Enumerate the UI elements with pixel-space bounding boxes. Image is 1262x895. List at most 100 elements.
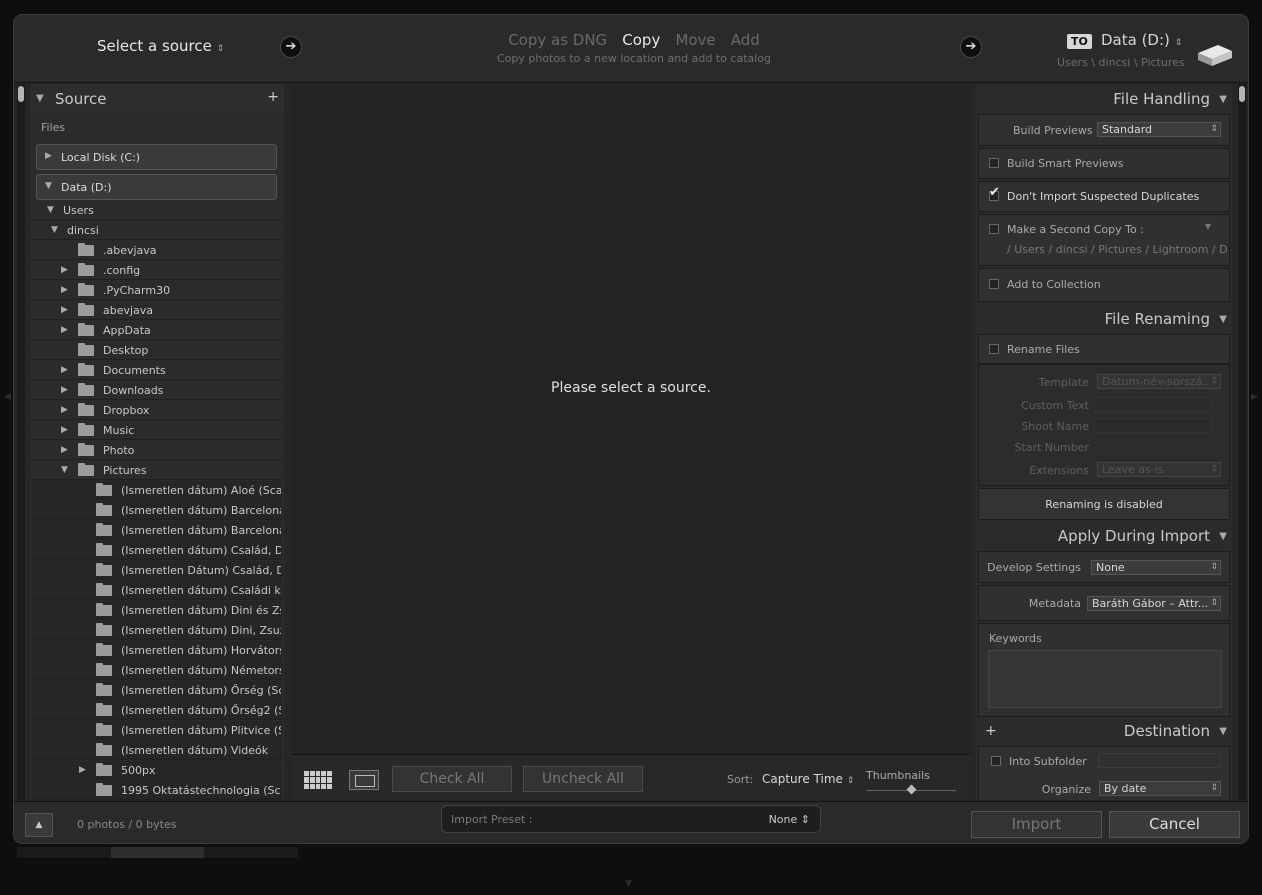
collapse-triangle-icon[interactable]: ▼: [45, 181, 52, 191]
dropdown-triangle-icon[interactable]: ▼: [1205, 222, 1211, 231]
collapse-up-icon[interactable]: ▲: [25, 813, 53, 837]
file-renaming-header[interactable]: File Renaming ▼: [976, 305, 1232, 333]
source-selector[interactable]: Select a source ⇕: [97, 37, 224, 55]
file-handling-header[interactable]: File Handling ▼: [976, 85, 1232, 113]
collapse-triangle-icon[interactable]: ▼: [1219, 94, 1227, 105]
expand-triangle-icon[interactable]: ▶: [61, 445, 68, 455]
expand-triangle-icon[interactable]: ▶: [79, 765, 86, 775]
expand-triangle-icon[interactable]: ▶: [61, 385, 68, 395]
subfolder-row[interactable]: (Ismeretlen dátum) Őrség2 (Sca...: [31, 701, 282, 720]
folder-row[interactable]: ▶ Music: [31, 421, 282, 440]
folder-row[interactable]: ▼ Pictures: [31, 461, 282, 480]
folder-dincsi[interactable]: ▼ dincsi: [31, 221, 282, 240]
cancel-button[interactable]: Cancel: [1109, 811, 1240, 838]
destination-selector[interactable]: Data (D:) ⇕: [1101, 31, 1182, 49]
folder-row[interactable]: ▶ abevjava: [31, 301, 282, 320]
subfolder-row[interactable]: 1995 Oktatástechnologia (Scan): [31, 781, 282, 800]
collapse-triangle-icon[interactable]: ▼: [1219, 531, 1227, 542]
folder-row[interactable]: ▶ Photo: [31, 441, 282, 460]
loupe-view-icon[interactable]: [349, 770, 379, 790]
expand-triangle-icon[interactable]: ▶: [61, 265, 68, 275]
rename-files-checkbox[interactable]: [989, 344, 999, 354]
source-arrow-icon[interactable]: ➔: [280, 36, 302, 58]
folder-row[interactable]: ▶ .PyCharm30: [31, 281, 282, 300]
expand-triangle-icon[interactable]: ▶: [61, 325, 68, 335]
subfolder-row[interactable]: (Ismeretlen dátum) Őrség (Scan): [31, 681, 282, 700]
folder-row[interactable]: .abevjava: [31, 241, 282, 260]
expand-triangle-icon[interactable]: ▶: [61, 425, 68, 435]
expand-triangle-icon[interactable]: ▶: [61, 365, 68, 375]
import-preset-select[interactable]: Import Preset : None ⇕: [441, 805, 821, 833]
mode-move[interactable]: Move: [675, 31, 715, 49]
subfolder-row[interactable]: (Ismeretlen dátum) Dini és Zsu...: [31, 601, 282, 620]
folder-row[interactable]: ▶ AppData: [31, 321, 282, 340]
subfolder-name-input[interactable]: [1098, 753, 1221, 768]
grid-view-icon[interactable]: [304, 771, 332, 789]
subfolder-row[interactable]: (Ismeretlen Dátum) Család, Din...: [31, 561, 282, 580]
right-panel-arrow-icon[interactable]: ▶: [1251, 392, 1258, 402]
scroll-thumb[interactable]: [18, 86, 24, 102]
collapse-triangle-icon[interactable]: ▼: [47, 205, 54, 215]
destination-arrow-icon[interactable]: ➔: [960, 36, 982, 58]
collapse-triangle-icon[interactable]: ▼: [1219, 726, 1227, 737]
add-folder-icon[interactable]: +: [985, 723, 997, 739]
build-previews-select[interactable]: Standard: [1097, 122, 1221, 137]
import-button[interactable]: Import: [971, 811, 1102, 838]
metadata-select[interactable]: Baráth Gábor – Attr...: [1087, 596, 1221, 611]
subfolder-row[interactable]: (Ismeretlen dátum) Családi kép...: [31, 581, 282, 600]
extensions-select[interactable]: Leave as-is: [1097, 462, 1221, 477]
check-all-button[interactable]: Check All: [392, 766, 512, 792]
collapse-triangle-icon[interactable]: ▼: [1219, 314, 1227, 325]
sort-select[interactable]: Capture Time ⇕: [762, 772, 854, 786]
apply-during-import-header[interactable]: Apply During Import ▼: [976, 522, 1232, 550]
folder-row[interactable]: Desktop: [31, 341, 282, 360]
scroll-thumb[interactable]: [1239, 86, 1245, 102]
folder-row[interactable]: ▶ Downloads: [31, 381, 282, 400]
disk-data-d[interactable]: ▼ Data (D:): [36, 174, 277, 200]
collapse-triangle-icon[interactable]: ▼: [61, 465, 68, 475]
subfolder-row[interactable]: (Ismeretlen dátum) Plitvice (Sc...: [31, 721, 282, 740]
source-panel-header[interactable]: ▼ Source +: [30, 84, 284, 114]
subfolder-row[interactable]: (Ismeretlen dátum) Aloé (Scan): [31, 481, 282, 500]
bottom-panel-arrow-icon[interactable]: ▼: [625, 879, 632, 889]
subfolder-row[interactable]: (Ismeretlen dátum) Barcelona (...: [31, 501, 282, 520]
into-subfolder-checkbox[interactable]: [991, 756, 1001, 766]
subfolder-row[interactable]: (Ismeretlen dátum) Dini, Zsuzsi,...: [31, 621, 282, 640]
subfolder-row[interactable]: (Ismeretlen dátum) Család, Dini...: [31, 541, 282, 560]
subfolder-row[interactable]: ▶ 500px: [31, 761, 282, 780]
subfolder-row[interactable]: (Ismeretlen dátum) Németorsz...: [31, 661, 282, 680]
keywords-input[interactable]: [988, 650, 1222, 708]
expand-triangle-icon[interactable]: ▶: [61, 405, 68, 415]
add-collection-checkbox[interactable]: [989, 279, 999, 289]
subfolder-row[interactable]: (Ismeretlen dátum) Videók: [31, 741, 282, 760]
organize-select[interactable]: By date: [1099, 781, 1221, 796]
mode-copy[interactable]: Copy: [622, 31, 660, 49]
subfolder-row[interactable]: (Ismeretlen dátum) Horvátorsz...: [31, 641, 282, 660]
destination-header[interactable]: + Destination ▼: [976, 717, 1232, 745]
expand-triangle-icon[interactable]: ▶: [45, 151, 52, 161]
develop-settings-select[interactable]: None: [1091, 560, 1221, 575]
mode-add[interactable]: Add: [731, 31, 760, 49]
folder-row[interactable]: ▶ .config: [31, 261, 282, 280]
smart-previews-checkbox[interactable]: [989, 158, 999, 168]
expand-triangle-icon[interactable]: ▶: [61, 285, 68, 295]
collapse-triangle-icon[interactable]: ▼: [36, 93, 44, 104]
disk-local-c[interactable]: ▶ Local Disk (C:): [36, 144, 277, 170]
custom-text-input[interactable]: [1094, 397, 1212, 412]
add-source-icon[interactable]: +: [267, 89, 279, 105]
shoot-name-input[interactable]: [1094, 418, 1212, 433]
thumbnail-slider[interactable]: [866, 784, 956, 795]
uncheck-all-button[interactable]: Uncheck All: [523, 766, 643, 792]
source-scrollbar[interactable]: [17, 84, 25, 800]
left-panel-arrow-icon[interactable]: ◀: [4, 392, 11, 402]
folder-users[interactable]: ▼ Users: [31, 201, 282, 220]
slider-thumb[interactable]: [906, 784, 917, 795]
settings-scrollbar[interactable]: [1238, 84, 1246, 800]
folder-row[interactable]: ▶ Dropbox: [31, 401, 282, 420]
folder-row[interactable]: ▶ Documents: [31, 361, 282, 380]
expand-triangle-icon[interactable]: ▶: [61, 305, 68, 315]
template-select[interactable]: Dátum-név-sorszá...: [1097, 374, 1221, 389]
subfolder-row[interactable]: (Ismeretlen dátum) Barcelona, I...: [31, 521, 282, 540]
collapse-triangle-icon[interactable]: ▼: [51, 225, 58, 235]
second-copy-checkbox[interactable]: [989, 224, 999, 234]
